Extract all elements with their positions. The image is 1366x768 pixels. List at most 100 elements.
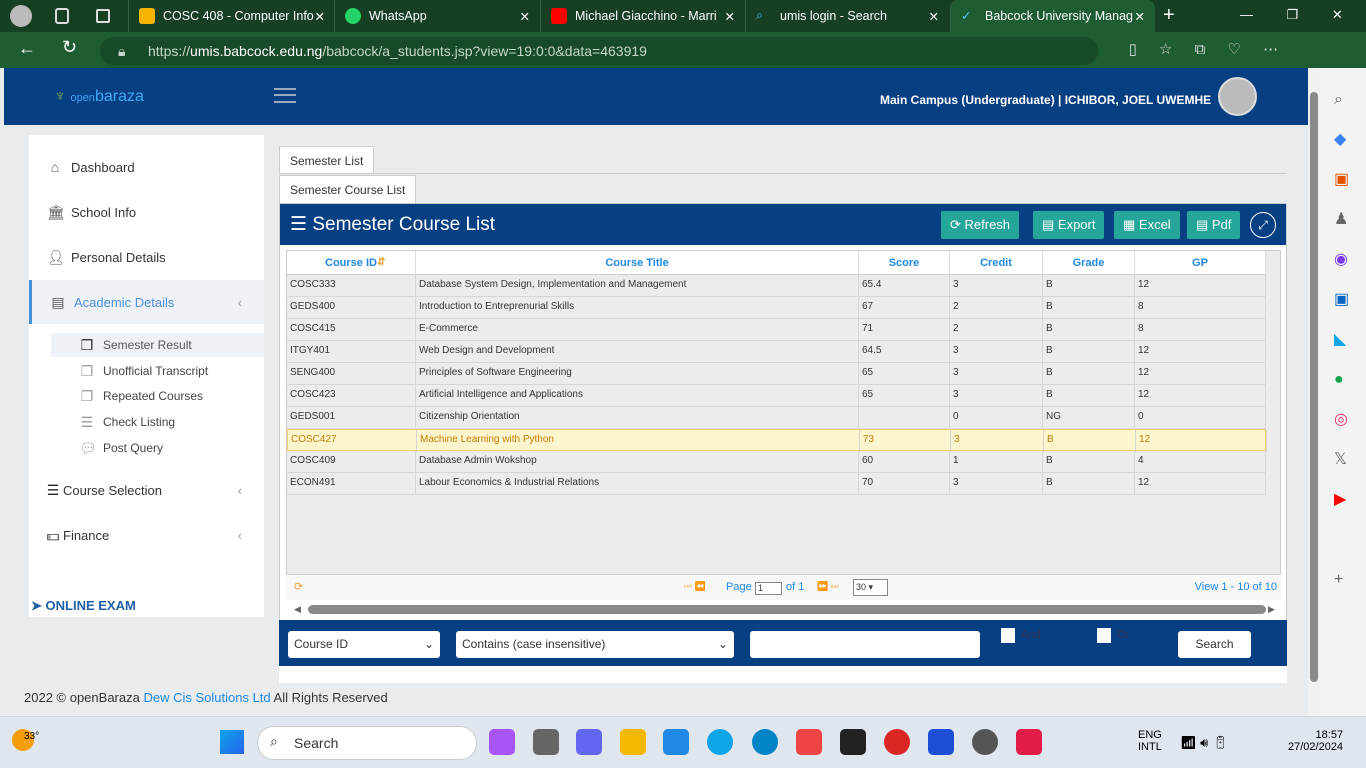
home-icon: ⌂ — [50, 159, 60, 175]
per-page-select[interactable]: 30 ▾ — [853, 579, 888, 596]
table-cell: B — [1044, 430, 1136, 452]
and-checkbox[interactable] — [1001, 628, 1015, 643]
pager: ⟳ ⏮ ⏪ Page 1 of 1 ⏩ ⏭ 30 ▾ View 1 - 10 o… — [286, 576, 1281, 600]
sidebar-item-school-info[interactable]: 🏛︎ School Info — [29, 190, 264, 234]
copy-icon: ❐ — [80, 388, 94, 404]
company-link[interactable]: Dew Cis Solutions Ltd — [143, 690, 270, 705]
sidebar-item-finance[interactable]: 💵︎ Finance ‹ — [29, 513, 264, 557]
table-cell: 60 — [859, 451, 950, 473]
first-prev-icons[interactable]: ⏮ ⏪ — [684, 581, 706, 592]
edge-sidebar-icons[interactable]: ⌕ ◆ ▣ ♟ ◉ ▣ ◣ ● ◎ 𝕏 ▶ + — [1334, 80, 1349, 600]
table-cell: Artificial Intelligence and Applications — [416, 385, 859, 407]
table-row[interactable]: COSC415 E-Commerce 71 2 B 8 — [287, 319, 1266, 341]
tab-semester-list[interactable]: Semester List — [279, 146, 375, 174]
table-row[interactable]: GEDS001 Citizenship Orientation 0 NG 0 — [287, 407, 1266, 429]
page-input[interactable]: 1 — [755, 582, 782, 595]
table-cell: 65 — [859, 385, 950, 407]
close-icon[interactable]: ✕ — [725, 9, 735, 24]
table-cell: COSC415 — [287, 319, 416, 341]
vertical-tabs-icon[interactable] — [96, 9, 110, 23]
table-cell: 3 — [950, 275, 1043, 297]
excel-button[interactable]: ▦ Excel — [1114, 211, 1180, 239]
table-row[interactable]: ITGY401 Web Design and Development 64.5 3 B 1… — [287, 341, 1266, 363]
export-button[interactable]: ▤ Export — [1033, 211, 1105, 239]
next-last-icons[interactable]: ⏩ ⏭ — [817, 581, 839, 592]
sidebar: ⌂ Dashboard 🏛︎ School Info 👤︎ Personal Deta… — [29, 135, 264, 617]
column-header[interactable]: Course Title — [416, 251, 859, 275]
new-tab-button[interactable]: + — [1163, 4, 1175, 27]
copy-icon: ❐ — [80, 363, 94, 379]
sort-icon[interactable]: ⇵ — [377, 251, 385, 275]
clock[interactable]: 18:57 27/02/2024 — [1288, 729, 1343, 753]
table-cell: 3 — [951, 430, 1044, 452]
sidebar-sub-repeated-courses[interactable]: ❐ Repeated Courses — [51, 384, 264, 408]
browser-tab[interactable]: Michael Giacchino - Marri ✕ — [540, 0, 745, 32]
table-cell: 2 — [950, 297, 1043, 319]
table-row[interactable]: COSC409 Database Admin Wokshop 60 1 B 4 — [287, 451, 1266, 473]
browser-tab[interactable]: COSC 408 - Computer Info ✕ — [128, 0, 335, 32]
taskbar-search[interactable]: ⌕ Search — [257, 726, 477, 760]
or-checkbox[interactable] — [1097, 628, 1111, 643]
window-controls[interactable]: — ❐ ✕ — [1240, 7, 1343, 23]
column-header[interactable]: Credit — [950, 251, 1043, 275]
refresh-icon[interactable]: ↻ — [62, 37, 77, 58]
url-field[interactable]: 🔒︎ https://umis.babcock.edu.ng/babcock/a_… — [100, 37, 1098, 65]
refresh-button[interactable]: ⟳ Refresh — [941, 211, 1020, 239]
scroll-left-icon[interactable]: ◀ — [294, 604, 301, 615]
close-icon[interactable]: ✕ — [929, 9, 939, 24]
sidebar-sub-unofficial-transcript[interactable]: ❐ Unofficial Transcript — [51, 359, 264, 383]
pdf-button[interactable]: ▤ Pdf — [1187, 211, 1241, 239]
expand-icon[interactable]: ⤢ — [1250, 212, 1276, 238]
back-icon[interactable]: ← — [18, 38, 36, 59]
search-input[interactable] — [750, 631, 980, 658]
scroll-right-icon[interactable]: ▶ — [1268, 604, 1275, 615]
user-icon: 👤︎ — [47, 249, 65, 265]
table-cell: B — [1043, 275, 1135, 297]
sidebar-item-course-selection[interactable]: ☰ Course Selection ‹ — [29, 468, 264, 512]
sidebar-item-academic-details[interactable]: ▤ Academic Details ‹ — [29, 280, 264, 324]
operator-select[interactable]: Contains (case insensitive) ⌄ — [456, 631, 734, 658]
close-icon[interactable]: ✕ — [520, 9, 530, 24]
column-header[interactable]: Score — [859, 251, 950, 275]
close-icon[interactable]: ✕ — [1135, 9, 1145, 24]
profile-icon[interactable] — [10, 5, 32, 27]
menu-toggle-icon[interactable] — [274, 88, 296, 103]
sidebar-sub-check-listing[interactable]: ☰ Check Listing — [51, 410, 264, 434]
app-header: ♆ openbaraza Main Campus (Undergraduate)… — [4, 68, 1308, 125]
column-header[interactable]: Grade — [1043, 251, 1135, 275]
table-row[interactable]: SENG400 Principles of Software Engineerin… — [287, 363, 1266, 385]
browser-tab-active[interactable]: ✓ Babcock University Manag ✕ — [950, 0, 1155, 32]
horizontal-scrollbar[interactable] — [308, 605, 1266, 614]
table-cell: COSC409 — [287, 451, 416, 473]
table-row[interactable]: COSC333 Database System Design, Implement… — [287, 275, 1266, 297]
table-row[interactable]: GEDS400 Introduction to Entreprenurial Sk… — [287, 297, 1266, 319]
column-header[interactable]: Course ID ⇵ — [287, 251, 416, 275]
table-row[interactable]: COSC423 Artificial Intelligence and Appli… — [287, 385, 1266, 407]
online-exam-link[interactable]: ➤ ONLINE EXAM — [31, 598, 136, 614]
field-select[interactable]: Course ID ⌄ — [288, 631, 440, 658]
table-cell: Database Admin Wokshop — [416, 451, 859, 473]
tab-semester-course-list[interactable]: Semester Course List — [279, 175, 417, 203]
sidebar-item-dashboard[interactable]: ⌂ Dashboard — [29, 145, 264, 189]
table-row[interactable]: ECON491 Labour Economics & Industrial Rel… — [287, 473, 1266, 495]
sidebar-sub-post-query[interactable]: 💬︎ Post Query — [51, 436, 264, 460]
page-scrollbar-thumb[interactable] — [1310, 92, 1318, 682]
reload-icon[interactable]: ⟳ — [294, 580, 303, 593]
table-cell: B — [1043, 451, 1135, 473]
search-button[interactable]: Search — [1178, 631, 1251, 658]
browser-tab[interactable]: WhatsApp ✕ — [334, 0, 540, 32]
avatar[interactable] — [1218, 77, 1257, 116]
table-cell: GEDS400 — [287, 297, 416, 319]
browser-tab[interactable]: ⌕ umis login - Search ✕ — [745, 0, 949, 32]
start-icon[interactable] — [220, 730, 244, 754]
language-indicator[interactable]: ENG INTL — [1138, 729, 1162, 753]
workspaces-icon[interactable] — [55, 8, 69, 24]
sidebar-item-personal-details[interactable]: 👤︎ Personal Details — [29, 235, 264, 279]
sidebar-sub-semester-result[interactable]: ❐ Semester Result — [51, 333, 264, 357]
table-cell: B — [1043, 341, 1135, 363]
table-row[interactable]: COSC427 Machine Learning with Python 73 3 B 1… — [287, 429, 1267, 452]
system-tray-icons[interactable]: 📶︎ 🔊︎ 🔋︎ — [1180, 735, 1228, 751]
table-cell: B — [1043, 297, 1135, 319]
column-header[interactable]: GP — [1135, 251, 1266, 275]
close-icon[interactable]: ✕ — [315, 9, 325, 24]
